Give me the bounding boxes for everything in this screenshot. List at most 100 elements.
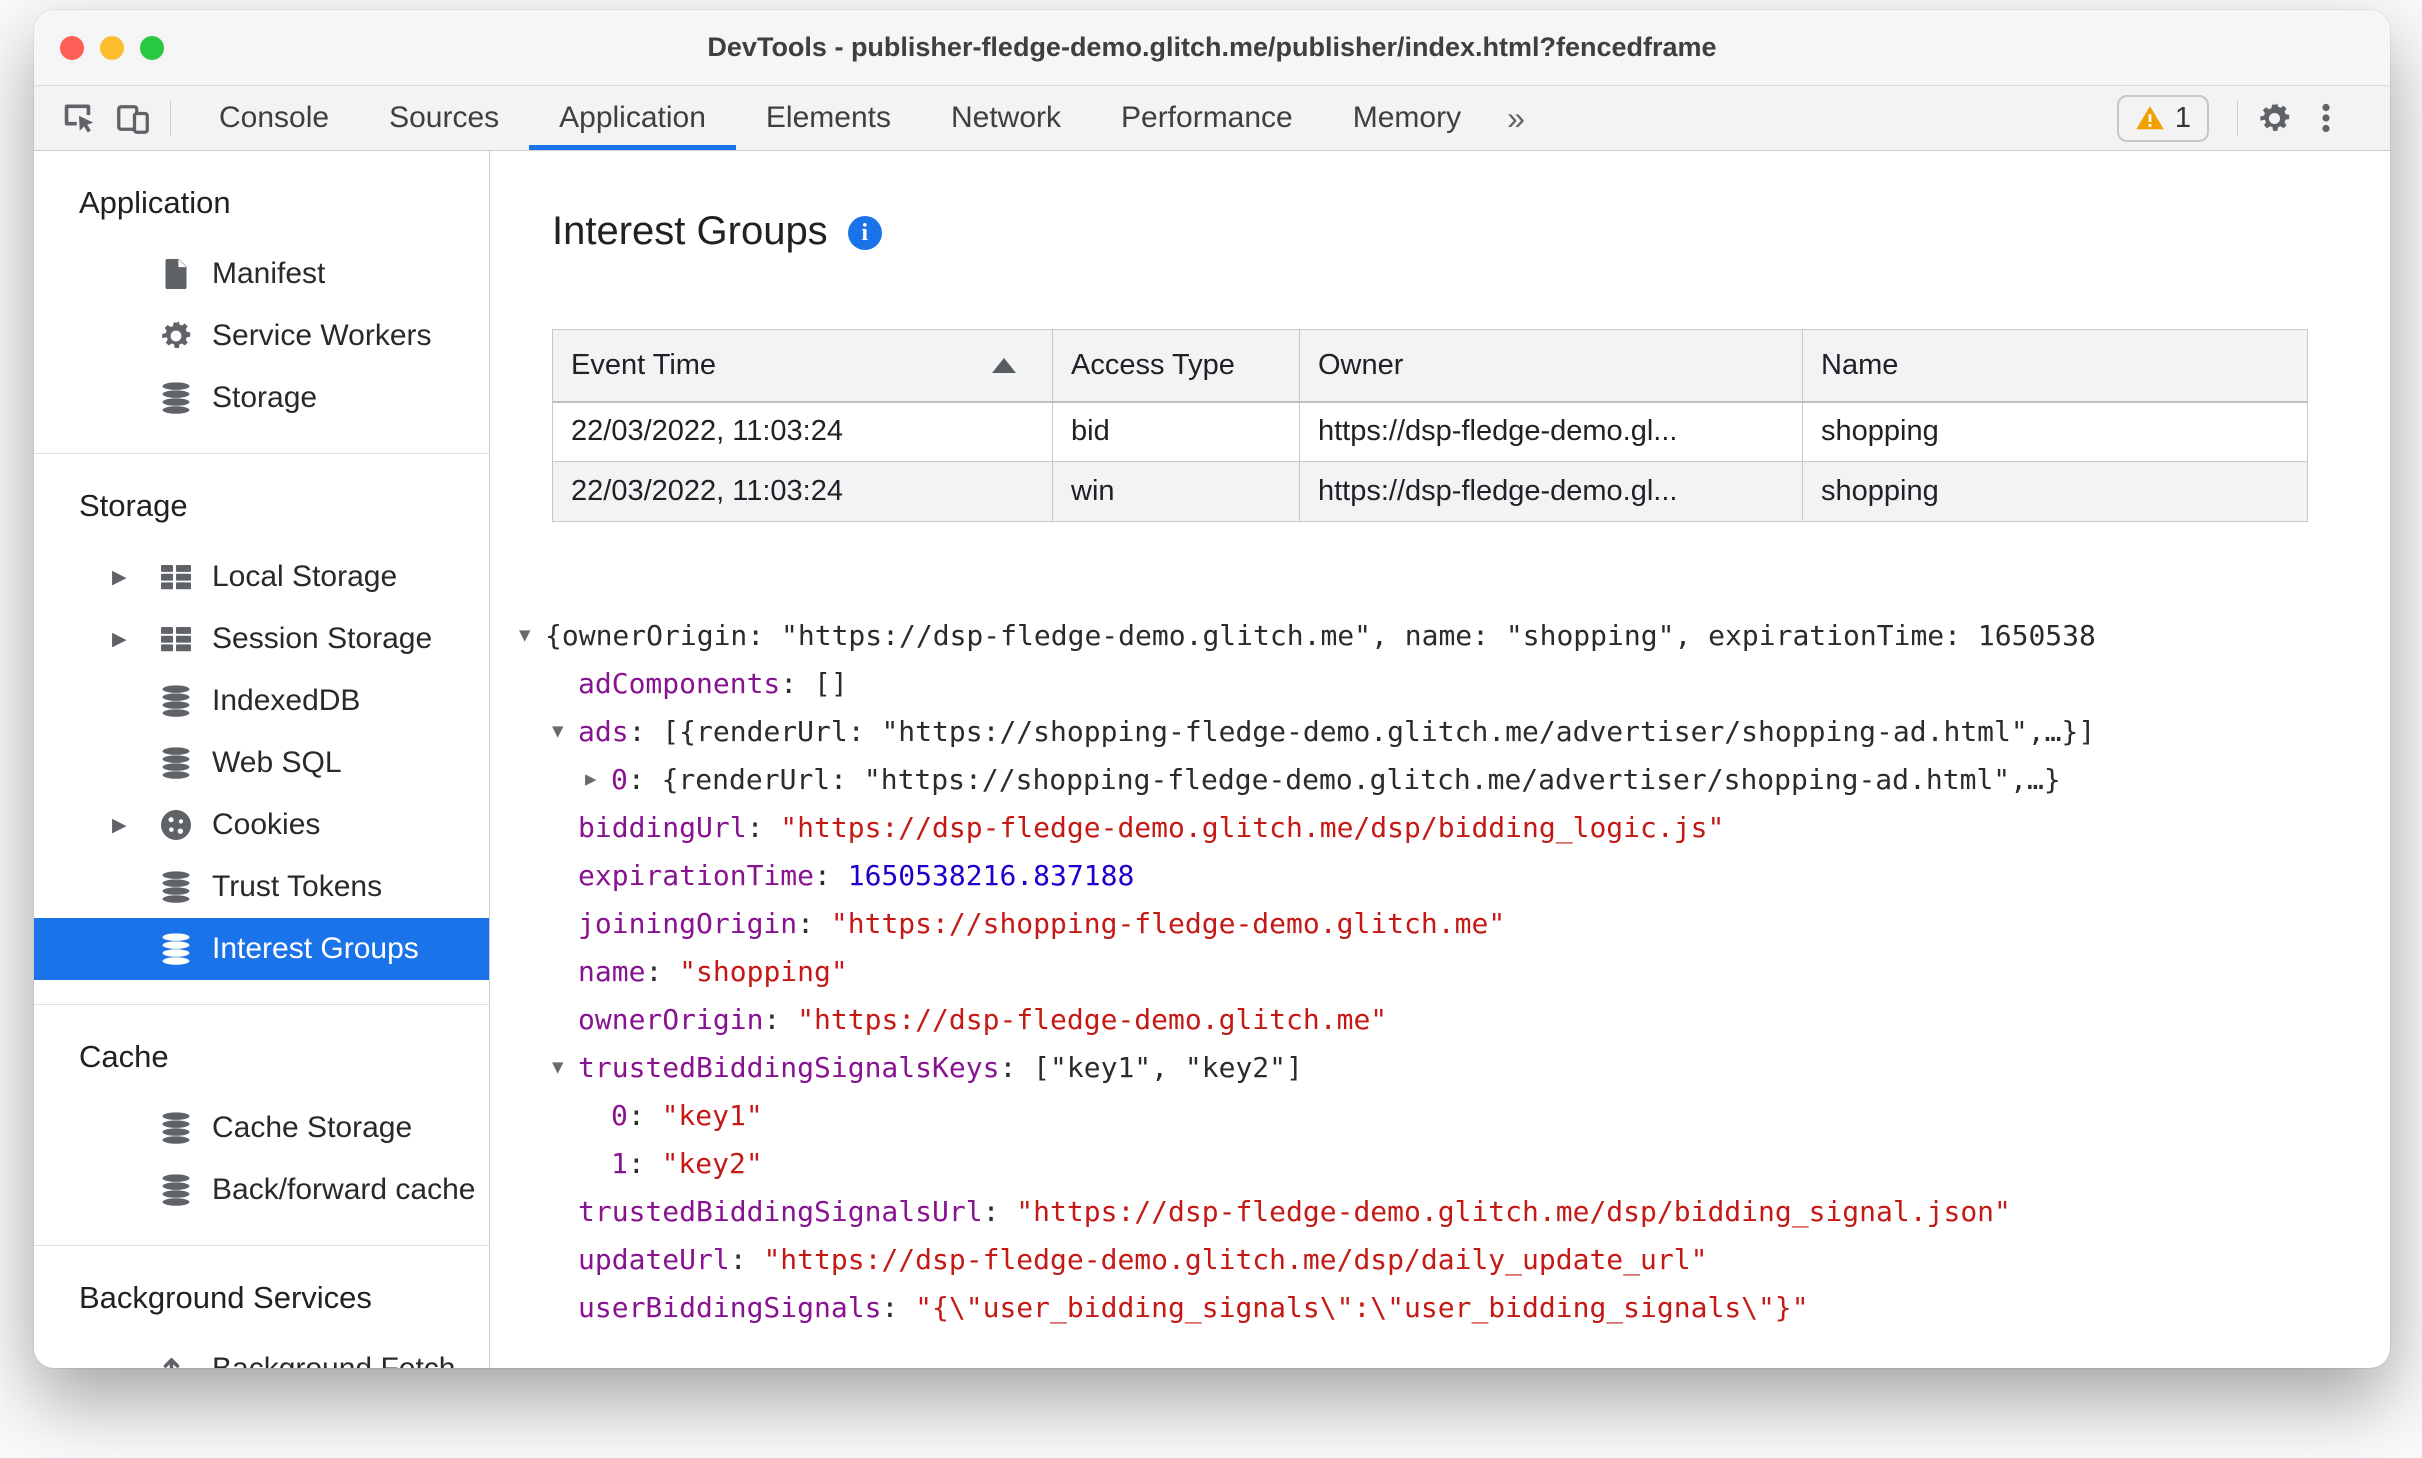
minimize-button[interactable] <box>100 35 124 60</box>
disclosure-right-icon[interactable]: ▶ <box>585 756 611 803</box>
table-header-row: Event Time Access Type Owner Name <box>552 329 2308 403</box>
tab-application[interactable]: Application <box>529 86 736 150</box>
tree-number-value: 1650538216.837188 <box>847 859 1135 892</box>
panel-tabs: Console Sources Application Elements Network… <box>189 86 1491 150</box>
name-cell[interactable]: shopping <box>1802 401 2308 462</box>
sidebar-item-local-storage[interactable]: ▶ Local Storage <box>34 546 489 608</box>
tab-memory[interactable]: Memory <box>1323 86 1491 150</box>
info-icon[interactable]: i <box>847 216 882 250</box>
tree-preview-text: : <box>982 1195 1017 1228</box>
tree-string-value: "https://dsp-fledge-demo.glitch.me/dsp/d… <box>763 1243 1708 1276</box>
main-menu-button[interactable] <box>2300 100 2352 136</box>
sidebar-item-interest-groups[interactable]: Interest Groups <box>34 918 489 980</box>
tab-sources[interactable]: Sources <box>359 86 529 150</box>
database-icon <box>158 1172 194 1208</box>
interest-groups-panel: Interest Groups i Event Time Access Type O… <box>490 151 2390 1368</box>
sidebar-item-session-storage[interactable]: ▶ Session Storage <box>34 608 489 670</box>
owner-cell[interactable]: https://dsp-fledge-demo.gl... <box>1299 461 1803 522</box>
device-toolbar-button[interactable] <box>106 86 160 150</box>
sidebar-item-label: Back/forward cache <box>212 1173 476 1206</box>
name-cell[interactable]: shopping <box>1802 461 2308 522</box>
tree-string-value: "https://shopping-fledge-demo.glitch.me" <box>830 907 1506 940</box>
settings-button[interactable] <box>2248 100 2300 137</box>
sidebar-item-label: Cache Storage <box>212 1111 413 1144</box>
fetch-icon <box>158 1351 194 1368</box>
disclosure-down-icon[interactable]: ▼ <box>552 708 578 755</box>
panel-body: Application Manifest Service Workers Storag… <box>34 151 2390 1368</box>
sidebar-item-service-workers[interactable]: Service Workers <box>34 305 489 367</box>
column-header-owner[interactable]: Owner <box>1299 329 1803 403</box>
toolbar-right-group: 1 <box>2116 86 2352 150</box>
tree-key: trustedBiddingSignalsKeys <box>578 1051 1000 1084</box>
expand-arrow-icon[interactable]: ▶ <box>112 816 158 835</box>
sidebar-item-manifest[interactable]: Manifest <box>34 243 489 305</box>
database-icon <box>158 869 194 905</box>
column-header-event-time[interactable]: Event Time <box>552 329 1053 403</box>
tree-preview-text: : <box>797 907 831 940</box>
tree-line[interactable]: ▼ trustedBiddingSignalsKeys: ["key1", "ke… <box>519 1044 2390 1092</box>
sidebar-item-trust-tokens[interactable]: Trust Tokens <box>34 856 489 918</box>
issues-warning-badge[interactable]: 1 <box>2116 94 2209 142</box>
sidebar-item-storage[interactable]: Storage <box>34 367 489 429</box>
tree-line[interactable]: expirationTime: 1650538216.837188 <box>519 852 2390 900</box>
close-button[interactable] <box>60 35 84 60</box>
tree-line[interactable]: trustedBiddingSignalsUrl: "https://dsp-f… <box>519 1188 2390 1236</box>
sidebar-item-background-fetch[interactable]: Background Fetch <box>34 1338 489 1368</box>
owner-cell[interactable]: https://dsp-fledge-demo.gl... <box>1299 401 1803 462</box>
tree-preview-text: : ["key1", "key2"] <box>999 1051 1303 1084</box>
zoom-button[interactable] <box>140 35 164 60</box>
tree-line[interactable]: biddingUrl: "https://dsp-fledge-demo.gli… <box>519 804 2390 852</box>
titlebar: DevTools - publisher-fledge-demo.glitch.… <box>34 10 2390 86</box>
sidebar-item-back-forward-cache[interactable]: Back/forward cache <box>34 1159 489 1221</box>
warning-count: 1 <box>2174 101 2191 134</box>
tree-key: userBiddingSignals <box>578 1291 882 1324</box>
expand-arrow-icon[interactable]: ▶ <box>112 568 158 587</box>
access-type-cell[interactable]: win <box>1052 461 1300 522</box>
disclosure-down-icon[interactable]: ▼ <box>552 1044 578 1091</box>
sidebar-item-label: Service Workers <box>212 319 432 352</box>
column-header-access-type[interactable]: Access Type <box>1052 329 1300 403</box>
event-time-cell[interactable]: 22/03/2022, 11:03:24 <box>552 461 1053 522</box>
tree-line[interactable]: ▼ {ownerOrigin: "https://dsp-fledge-demo.… <box>519 612 2390 660</box>
tab-performance[interactable]: Performance <box>1091 86 1323 150</box>
tree-line[interactable]: updateUrl: "https://dsp-fledge-demo.glit… <box>519 1236 2390 1284</box>
tree-line[interactable]: name: "shopping" <box>519 948 2390 996</box>
tree-line[interactable]: adComponents: [] <box>519 660 2390 708</box>
tree-line[interactable]: userBiddingSignals: "{\"user_bidding_sig… <box>519 1284 2390 1332</box>
sidebar-section-application: Application Manifest Service Workers Storag… <box>34 151 489 454</box>
more-tabs-button[interactable]: » <box>1491 86 1541 150</box>
tree-line[interactable]: ownerOrigin: "https://dsp-fledge-demo.gl… <box>519 996 2390 1044</box>
tree-preview-text: : <box>627 1099 662 1132</box>
cookie-icon <box>158 807 194 843</box>
sidebar-item-label: Background Fetch <box>212 1352 455 1368</box>
expand-arrow-icon[interactable]: ▶ <box>112 630 158 649</box>
sort-ascending-icon <box>992 357 1016 373</box>
sidebar-item-label: Cookies <box>212 808 321 841</box>
sidebar-item-cookies[interactable]: ▶ Cookies <box>34 794 489 856</box>
tree-line[interactable]: 1: "key2" <box>519 1140 2390 1188</box>
sidebar-item-web-sql[interactable]: Web SQL <box>34 732 489 794</box>
sidebar-item-label: Trust Tokens <box>212 870 383 903</box>
sidebar-item-indexeddb[interactable]: IndexedDB <box>34 670 489 732</box>
column-header-name[interactable]: Name <box>1802 329 2308 403</box>
sidebar-item-cache-storage[interactable]: Cache Storage <box>34 1097 489 1159</box>
tree-key: joiningOrigin <box>578 907 798 940</box>
event-time-cell[interactable]: 22/03/2022, 11:03:24 <box>552 401 1053 462</box>
table-row[interactable]: 22/03/2022, 11:03:24 bid https://dsp-fledg… <box>552 401 2308 462</box>
tab-network[interactable]: Network <box>921 86 1091 150</box>
database-icon <box>158 380 194 416</box>
tree-line[interactable]: ▶ 0: {renderUrl: "https://shopping-fledge… <box>519 756 2390 804</box>
tab-elements[interactable]: Elements <box>736 86 921 150</box>
tree-key: adComponents <box>578 667 781 700</box>
tab-console[interactable]: Console <box>189 86 359 150</box>
access-type-cell[interactable]: bid <box>1052 401 1300 462</box>
tree-line[interactable]: joiningOrigin: "https://shopping-fledge-… <box>519 900 2390 948</box>
table-row[interactable]: 22/03/2022, 11:03:24 win https://dsp-fledg… <box>552 461 2308 522</box>
tree-key: 1 <box>611 1147 628 1180</box>
disclosure-down-icon[interactable]: ▼ <box>519 612 545 659</box>
inspect-element-button[interactable] <box>52 86 106 150</box>
tree-preview-text: : <box>729 1243 764 1276</box>
tree-line[interactable]: ▼ ads: [{renderUrl: "https://shopping-fle… <box>519 708 2390 756</box>
tree-line[interactable]: 0: "key1" <box>519 1092 2390 1140</box>
tree-string-value: "key2" <box>661 1147 763 1180</box>
